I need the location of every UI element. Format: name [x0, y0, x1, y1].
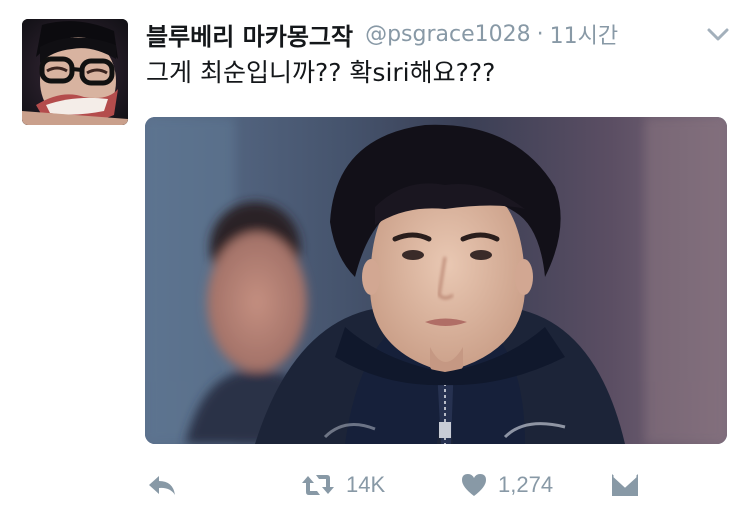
user-handle[interactable]: @psgrace1028 — [365, 22, 531, 47]
envelope-icon — [610, 472, 640, 498]
tweet-header: 블루베리 마카몽그작 @psgrace1028 · 11시간 — [146, 14, 618, 54]
timestamp[interactable]: 11시간 — [550, 18, 618, 50]
reply-button[interactable] — [146, 462, 178, 508]
photo-image — [145, 117, 727, 444]
chevron-down-icon[interactable] — [704, 24, 732, 46]
retweet-icon — [300, 472, 336, 498]
like-button[interactable]: 1,274 — [460, 462, 553, 508]
like-count: 1,274 — [498, 472, 554, 497]
separator-dot: · — [536, 21, 544, 47]
direct-message-button[interactable] — [610, 462, 640, 508]
reply-icon — [146, 471, 178, 499]
tweet-card[interactable]: 블루베리 마카몽그작 @psgrace1028 · 11시간 그게 최순입니까?… — [0, 0, 750, 518]
tweet-text: 그게 최순입니까?? 확siri해요??? — [146, 58, 496, 87]
display-name[interactable]: 블루베리 마카몽그작 — [146, 17, 353, 52]
tweet-media-photo[interactable] — [145, 117, 727, 444]
avatar[interactable] — [22, 19, 128, 125]
tweet-actions: 14K 1,274 — [0, 462, 750, 508]
retweet-button[interactable]: 14K — [300, 462, 385, 508]
retweet-count: 14K — [346, 472, 386, 497]
heart-icon — [460, 472, 488, 498]
avatar-image — [22, 19, 128, 125]
